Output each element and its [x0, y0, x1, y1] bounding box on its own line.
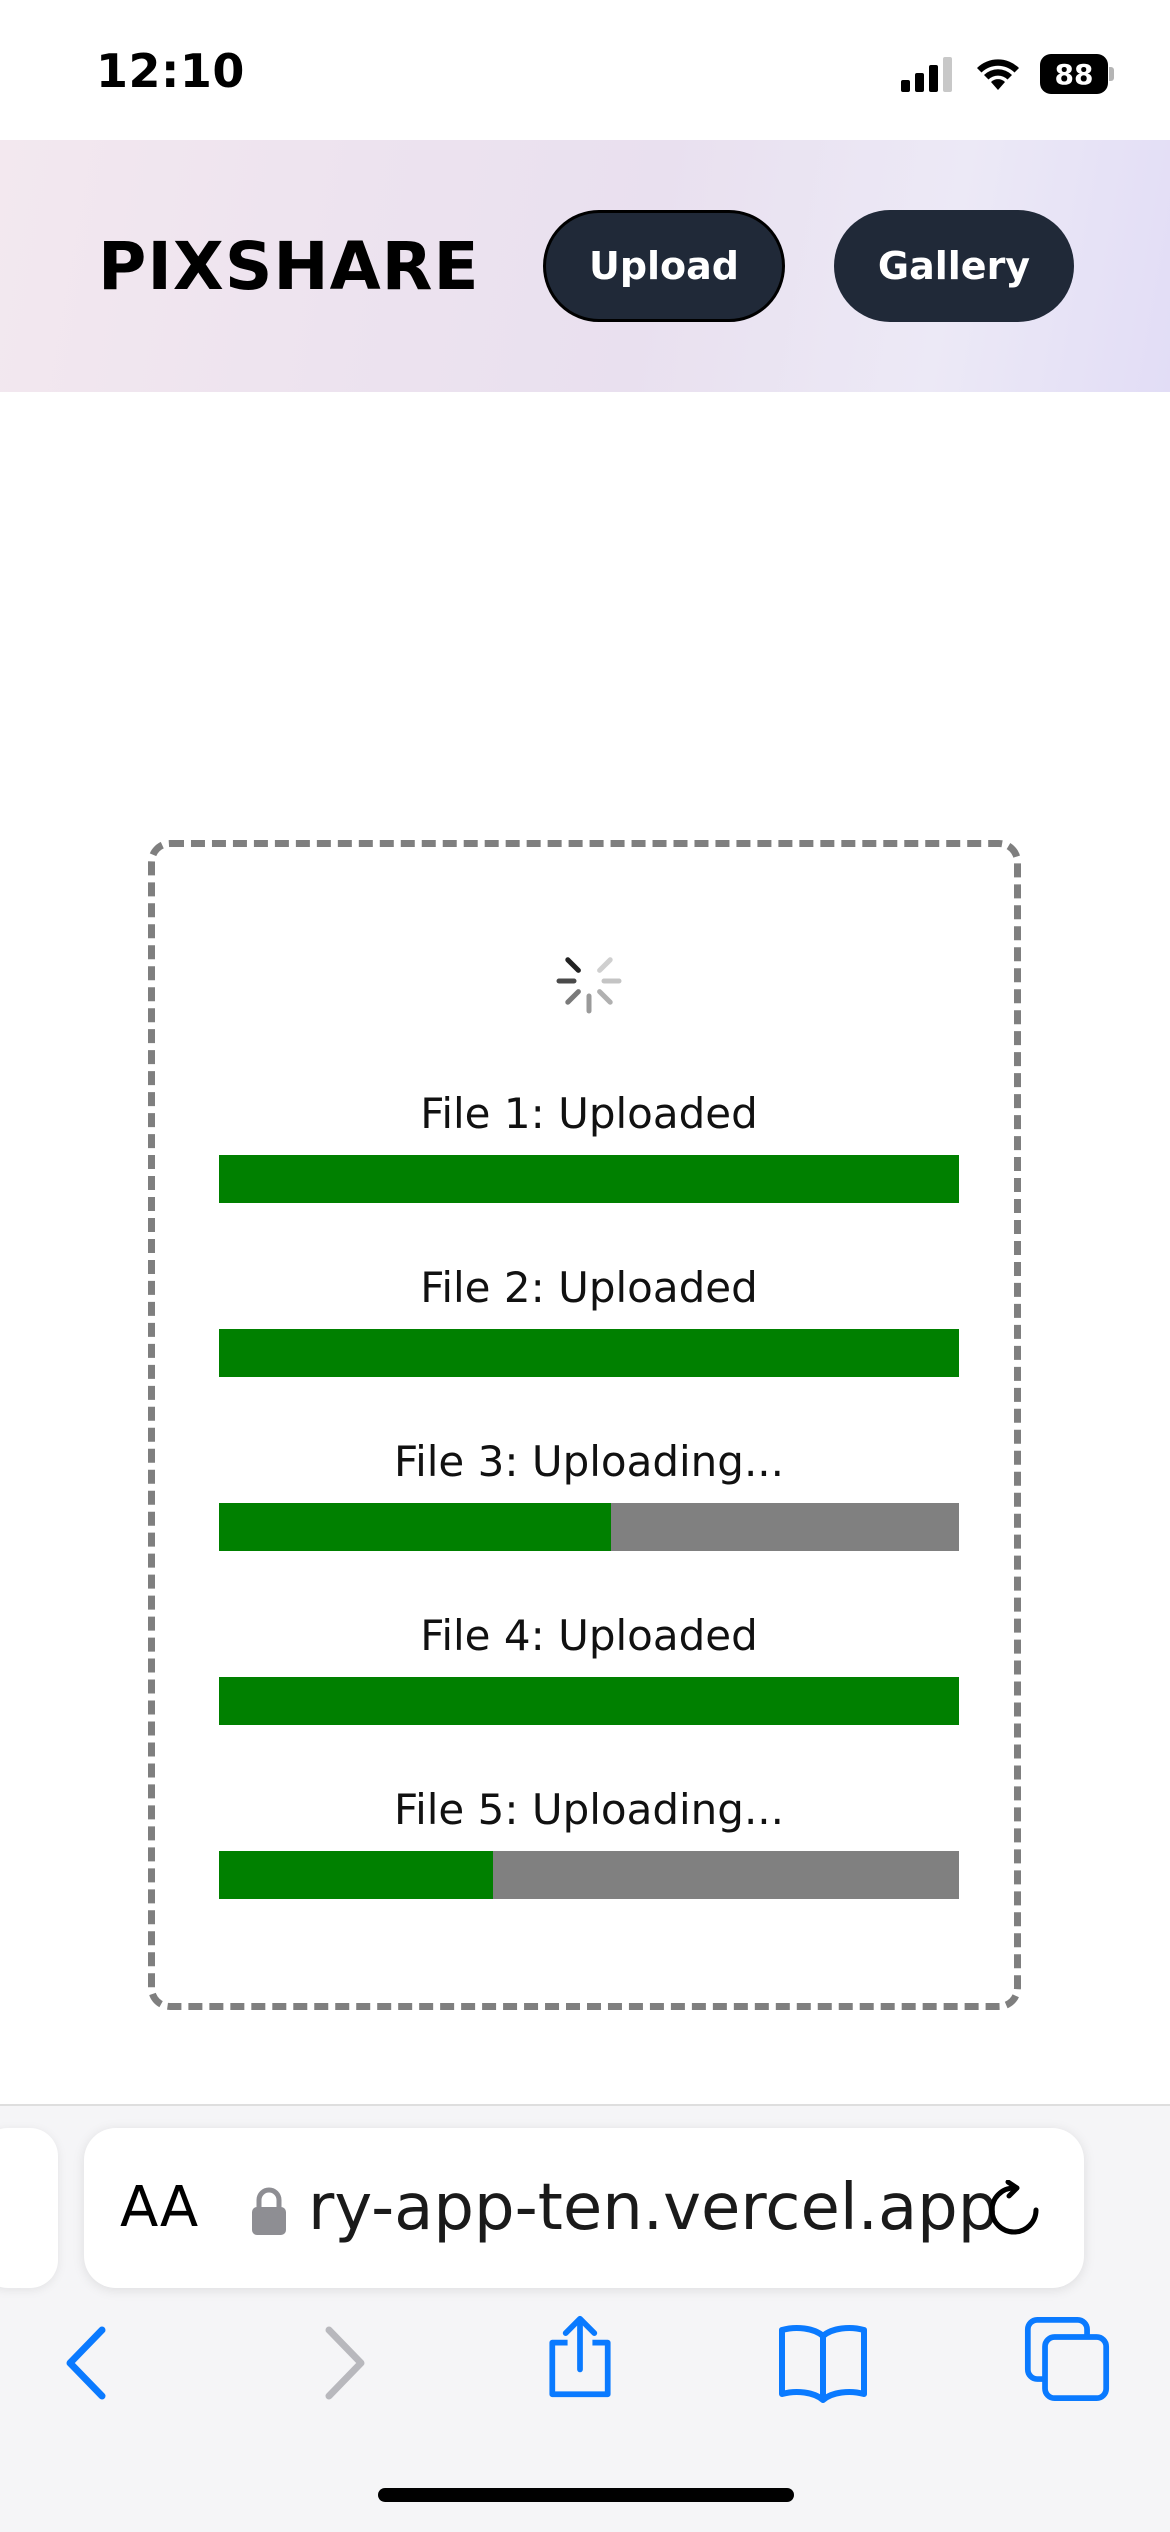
battery-icon: 88: [1040, 54, 1114, 94]
status-time: 12:10: [96, 44, 245, 98]
progress-bar: [219, 1329, 959, 1377]
progress-bar: [219, 1503, 959, 1551]
previous-tab-card[interactable]: [0, 2128, 58, 2288]
progress-fill: [219, 1503, 612, 1551]
status-icons: 88: [901, 52, 1114, 96]
gallery-button[interactable]: Gallery: [834, 210, 1074, 322]
file-status-label: File 5: Uploading...: [393, 1785, 785, 1834]
browser-toolbar: AA ry-app-ten.vercel.app: [0, 2104, 1170, 2532]
bookmarks-icon[interactable]: [778, 2318, 868, 2404]
forward-icon[interactable]: [295, 2320, 385, 2406]
file-row: File 3: Uploading...: [219, 1433, 959, 1551]
upload-dropzone[interactable]: File 1: Uploaded File 2: Uploaded File 3…: [148, 840, 1021, 2010]
battery-level: 88: [1040, 54, 1108, 94]
app-header: PIXSHARE Upload Gallery: [0, 140, 1170, 392]
file-row: File 2: Uploaded: [219, 1259, 959, 1377]
reader-label: AA: [120, 2175, 199, 2240]
lock-icon: [252, 2187, 286, 2235]
progress-fill: [219, 1677, 959, 1725]
file-status-label: File 1: Uploaded: [420, 1089, 758, 1138]
progress-bar: [219, 1677, 959, 1725]
progress-fill: [219, 1155, 959, 1203]
brand-logo[interactable]: PIXSHARE: [98, 228, 480, 305]
address-bar[interactable]: AA ry-app-ten.vercel.app: [84, 2128, 1084, 2288]
loading-spinner-icon: [556, 948, 622, 1014]
reader-mode-button[interactable]: AA: [120, 2176, 198, 2240]
url-text[interactable]: ry-app-ten.vercel.app: [308, 2168, 1048, 2248]
file-row: File 1: Uploaded: [219, 1085, 959, 1203]
back-icon[interactable]: [46, 2320, 136, 2406]
file-status-label: File 3: Uploading...: [393, 1437, 785, 1486]
progress-fill: [219, 1851, 493, 1899]
progress-bar: [219, 1155, 959, 1203]
file-row: File 4: Uploaded: [219, 1607, 959, 1725]
wifi-icon: [977, 59, 1019, 90]
reload-icon[interactable]: [984, 2180, 1044, 2240]
progress-fill: [219, 1329, 959, 1377]
progress-bar: [219, 1851, 959, 1899]
home-indicator: [378, 2488, 794, 2502]
share-icon[interactable]: [535, 2314, 625, 2400]
status-bar: 12:10 88: [0, 0, 1170, 140]
file-status-label: File 2: Uploaded: [420, 1263, 758, 1312]
signal-icon: [901, 56, 952, 92]
tabs-icon[interactable]: [1022, 2316, 1112, 2402]
file-row: File 5: Uploading...: [219, 1781, 959, 1899]
file-status-label: File 4: Uploaded: [420, 1611, 758, 1660]
upload-button[interactable]: Upload: [543, 210, 785, 322]
page: 12:10 88 PIXSHARE Upload Gallery File 1:…: [0, 0, 1170, 2532]
